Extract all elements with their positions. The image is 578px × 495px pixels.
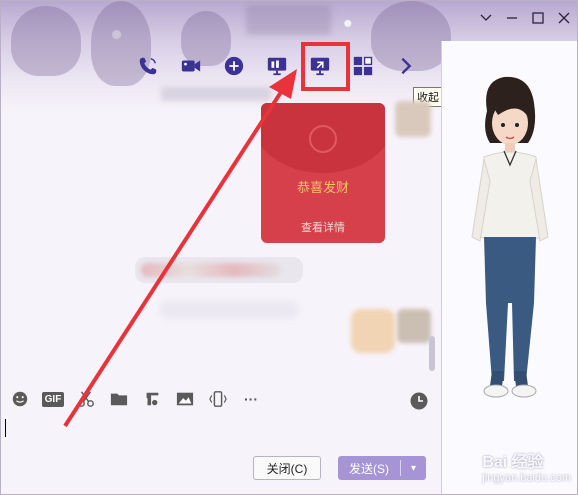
watermark-main: Bai 经验 [482, 454, 544, 471]
video-call-icon[interactable] [174, 51, 208, 81]
send-label: 发送(S) [349, 461, 389, 476]
send-options-dropdown[interactable]: ▾ [401, 463, 426, 474]
contact-status-blurred [161, 87, 271, 101]
chat-window: 收起 恭喜发财 查看详情 GIF ··· 关闭(C) 发送(S) ▾ Bai 经… [0, 0, 578, 495]
more-icon[interactable]: ··· [240, 389, 262, 409]
screen-share-icon[interactable] [260, 51, 294, 81]
message-input[interactable] [3, 413, 433, 451]
message-content-blurred [141, 263, 281, 277]
folder-icon[interactable] [108, 389, 130, 409]
maximize-icon[interactable] [531, 11, 545, 25]
emoji-icon[interactable] [9, 389, 31, 409]
red-packet-wish: 恭喜发财 [296, 180, 349, 195]
watermark-sub: jingyan.baidu.com [482, 472, 571, 484]
message-scrollbar[interactable] [429, 336, 435, 371]
contact-title-blurred [246, 5, 331, 35]
chevron-down-icon[interactable] [479, 11, 493, 25]
image-icon[interactable] [174, 389, 196, 409]
minimize-icon[interactable] [505, 11, 519, 25]
baidu-watermark: Bai 经验 jingyan.baidu.com [482, 448, 571, 484]
own-message-blurred [351, 309, 395, 353]
chat-toolbar [131, 51, 423, 81]
chevron-right-icon[interactable] [389, 51, 423, 81]
window-controls [479, 11, 571, 25]
shake-icon[interactable] [207, 389, 229, 409]
music-icon[interactable] [141, 389, 163, 409]
avatar-figure [471, 76, 549, 398]
apps-icon[interactable] [346, 51, 380, 81]
message-meta-blurred [159, 301, 299, 319]
own-avatar-blurred [397, 309, 431, 343]
send-button[interactable]: 发送(S) ▾ [338, 456, 426, 480]
scissors-icon[interactable] [75, 389, 97, 409]
red-packet-card[interactable]: 恭喜发财 查看详情 [261, 103, 385, 243]
add-chat-icon[interactable] [217, 51, 251, 81]
remote-desktop-highlight-box [301, 42, 350, 91]
close-icon[interactable] [557, 11, 571, 25]
penguin-seal-icon [309, 125, 337, 153]
show-panel [441, 41, 577, 494]
red-packet-detail-link[interactable]: 查看详情 [261, 219, 385, 235]
sender-avatar-blurred [395, 101, 431, 137]
close-button[interactable]: 关闭(C) [253, 456, 321, 480]
phone-icon[interactable] [131, 51, 165, 81]
input-toolbar: GIF ··· [9, 389, 262, 409]
gif-icon[interactable]: GIF [42, 391, 64, 407]
